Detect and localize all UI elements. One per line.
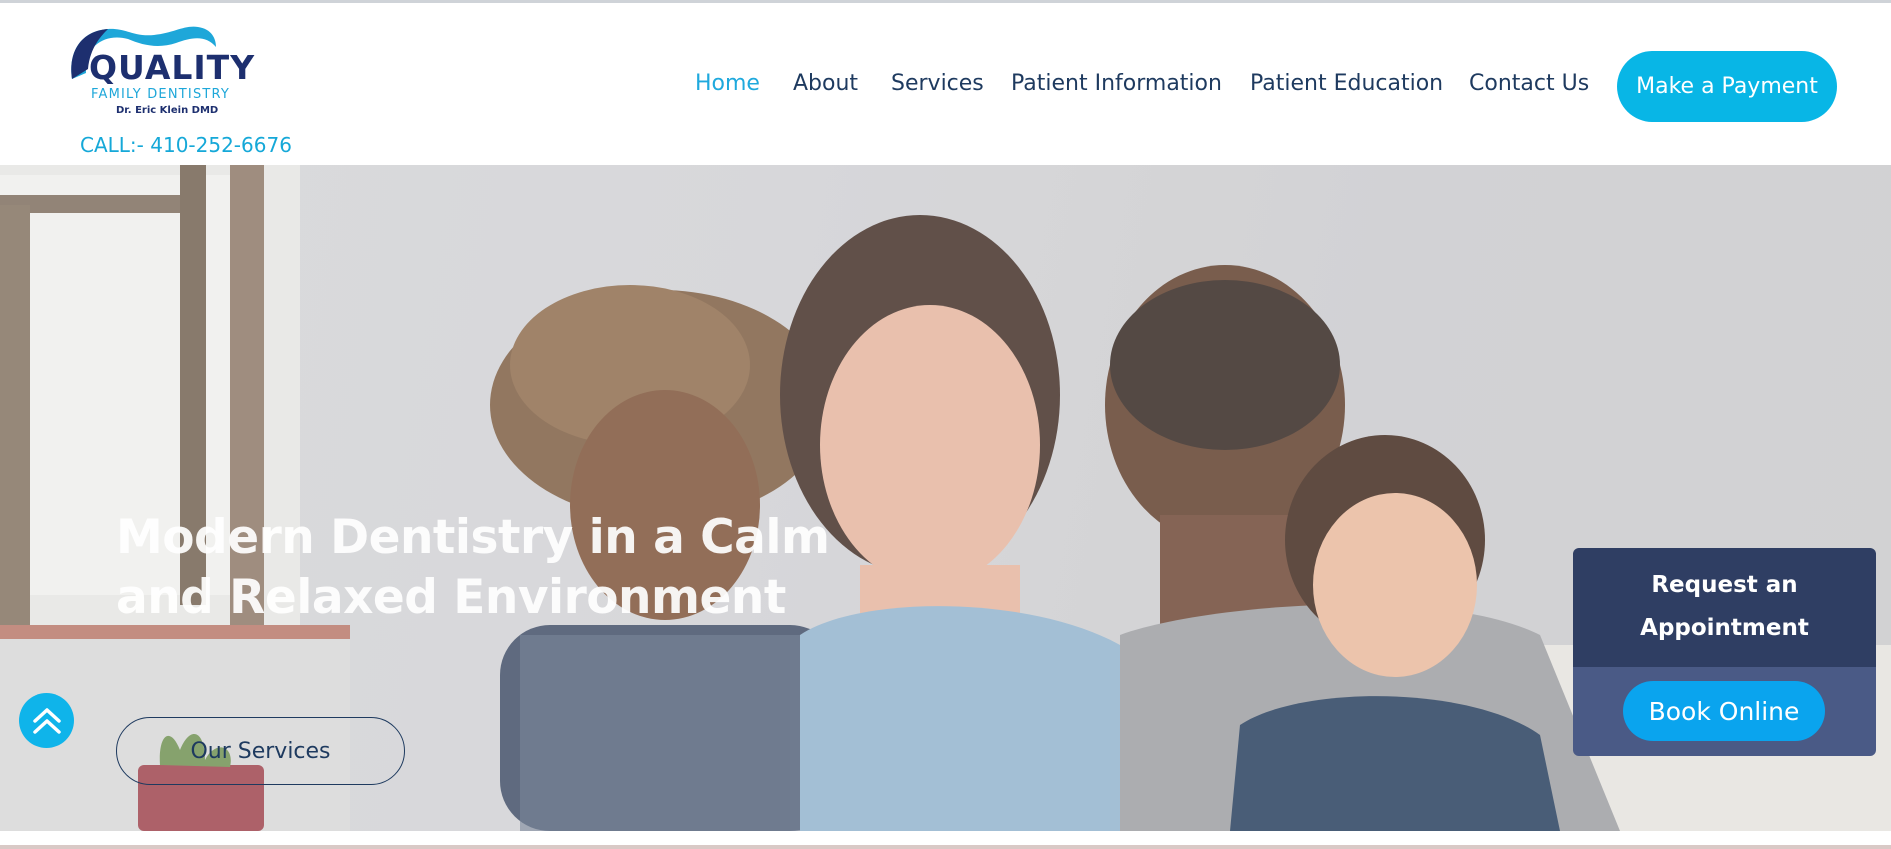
logo-doctor: Dr. Eric Klein DMD xyxy=(116,105,219,116)
nav-about[interactable]: About xyxy=(793,73,858,95)
nav-patient-education[interactable]: Patient Education xyxy=(1250,73,1443,95)
our-services-button[interactable]: Our Services xyxy=(116,717,405,785)
site-header: QUALITY FAMILY DENTISTRY Dr. Eric Klein … xyxy=(0,3,1891,165)
nav-home[interactable]: Home xyxy=(695,73,760,95)
logo-subtitle: FAMILY DENTISTRY xyxy=(91,87,231,102)
appointment-widget: Request an Appointment Book Online xyxy=(1573,548,1876,756)
appointment-actions: Book Online xyxy=(1573,667,1876,756)
appointment-title: Request an Appointment xyxy=(1573,548,1876,667)
site-logo[interactable]: QUALITY FAMILY DENTISTRY Dr. Eric Klein … xyxy=(66,23,258,125)
nav-patient-information[interactable]: Patient Information xyxy=(1011,73,1222,95)
double-chevron-up-icon xyxy=(32,707,61,734)
bottom-border xyxy=(0,845,1891,849)
book-online-button[interactable]: Book Online xyxy=(1623,681,1825,741)
scroll-to-top-button[interactable] xyxy=(19,693,74,748)
make-payment-button[interactable]: Make a Payment xyxy=(1617,51,1837,122)
nav-contact-us[interactable]: Contact Us xyxy=(1469,73,1589,95)
nav-services[interactable]: Services xyxy=(891,73,984,95)
phone-link[interactable]: CALL:- 410-252-6676 xyxy=(80,135,292,155)
hero-headline: Modern Dentistry in a Calm and Relaxed E… xyxy=(116,510,830,625)
logo-title: QUALITY xyxy=(89,48,256,87)
